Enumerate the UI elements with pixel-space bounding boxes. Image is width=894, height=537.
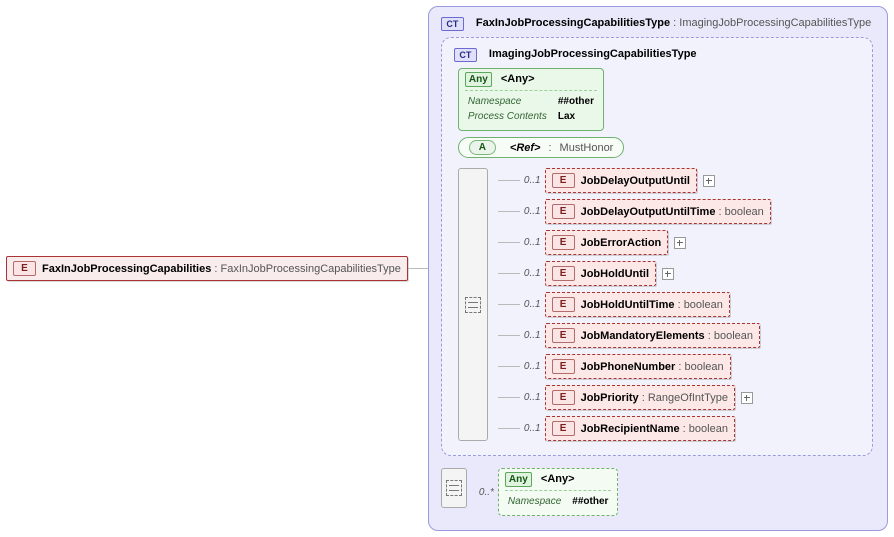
any-wildcard: Any <Any> Namespace##other Process Conte…	[458, 68, 604, 131]
expand-icon[interactable]	[703, 175, 715, 187]
schema-child: 0..1 E JobHoldUntil	[498, 261, 771, 286]
cardinality: 0..1	[524, 237, 541, 248]
connector-line	[498, 397, 520, 398]
cardinality: 0..1	[524, 175, 541, 186]
schema-child: 0..1EJobDelayOutputUntilTime : boolean	[498, 199, 771, 224]
cardinality: 0..1	[524, 330, 541, 341]
expand-icon[interactable]	[662, 268, 674, 280]
attr-ref-type: MustHonor	[560, 142, 614, 154]
schema-child: 0..1 E JobErrorAction	[498, 230, 771, 255]
connector-line	[498, 273, 520, 274]
sequence-indicator	[441, 468, 467, 508]
sequence-indicator	[458, 168, 488, 441]
ct-inner-name: ImagingJobProcessingCapabilitiesType	[489, 48, 697, 60]
tag-e-icon: E	[552, 390, 575, 405]
expand-icon[interactable]	[741, 392, 753, 404]
any-tag-icon: Any	[465, 72, 492, 87]
ct-tag-icon: CT	[454, 48, 477, 62]
connector-line	[498, 180, 520, 181]
child-name: JobHoldUntilTime	[581, 299, 675, 311]
tag-e-icon: E	[552, 421, 575, 436]
child-type: boolean	[714, 330, 753, 342]
child-element: E JobErrorAction	[545, 230, 669, 255]
expand-icon[interactable]	[674, 237, 686, 249]
child-name: JobPhoneNumber	[581, 361, 676, 373]
cardinality: 0..1	[524, 299, 541, 310]
child-element: EJobMandatoryElements : boolean	[545, 323, 760, 348]
attr-tag-icon: A	[469, 140, 496, 155]
child-element: EJobHoldUntilTime : boolean	[545, 292, 730, 317]
tag-e-icon: E	[552, 359, 575, 374]
ct-tag-icon: CT	[441, 17, 464, 31]
child-name: JobRecipientName	[581, 423, 680, 435]
any-label: <Any>	[501, 73, 535, 85]
cardinality: 0..*	[479, 487, 494, 498]
tag-e-icon: E	[552, 173, 575, 188]
sequence-icon	[446, 480, 462, 496]
ct-outer-extends: ImagingJobProcessingCapabilitiesType	[679, 17, 871, 29]
attr-ref-label: <Ref>	[510, 142, 541, 154]
schema-child: 0..1EJobHoldUntilTime : boolean	[498, 292, 771, 317]
child-name: JobPriority	[581, 392, 639, 404]
connector-line	[408, 268, 428, 269]
schema-child: 0..1EJobPhoneNumber : boolean	[498, 354, 771, 379]
ct-outer-name: FaxInJobProcessingCapabilitiesType	[476, 17, 670, 29]
child-type: boolean	[684, 299, 723, 311]
root-type: FaxInJobProcessingCapabilitiesType	[221, 263, 401, 275]
cardinality: 0..1	[524, 423, 541, 434]
child-element: E JobHoldUntil	[545, 261, 656, 286]
schema-child: 0..1EJobRecipientName : boolean	[498, 416, 771, 441]
child-name: JobMandatoryElements	[581, 330, 705, 342]
root-name: FaxInJobProcessingCapabilities	[42, 263, 211, 275]
child-type: RangeOfIntType	[648, 392, 728, 404]
tag-e-icon: E	[552, 266, 575, 281]
attribute-ref: A <Ref> : MustHonor	[458, 137, 624, 158]
any-tag-icon: Any	[505, 472, 532, 487]
child-type: boolean	[685, 361, 724, 373]
tag-e-icon: E	[552, 328, 575, 343]
child-element: EJobPhoneNumber : boolean	[545, 354, 731, 379]
child-element: EJobPriority : RangeOfIntType	[545, 385, 735, 410]
connector-line	[498, 335, 520, 336]
cardinality: 0..1	[524, 268, 541, 279]
complex-type-inner: CT ImagingJobProcessingCapabilitiesType …	[441, 37, 873, 456]
schema-child: 0..1EJobPriority : RangeOfIntType	[498, 385, 771, 410]
child-name: JobHoldUntil	[581, 268, 649, 280]
tag-e-icon: E	[552, 297, 575, 312]
schema-child: 0..1EJobMandatoryElements : boolean	[498, 323, 771, 348]
connector-line	[498, 242, 520, 243]
connector-line	[498, 304, 520, 305]
child-name: JobDelayOutputUntilTime	[581, 206, 716, 218]
tag-e-icon: E	[552, 204, 575, 219]
any-wildcard: Any <Any> Namespace##other	[498, 468, 618, 516]
cardinality: 0..1	[524, 392, 541, 403]
sequence-icon	[465, 297, 481, 313]
cardinality: 0..1	[524, 206, 541, 217]
connector-line	[498, 211, 520, 212]
tag-e-icon: E	[552, 235, 575, 250]
tag-e-icon: E	[13, 261, 36, 276]
any-label: <Any>	[541, 473, 575, 485]
root-element: E FaxInJobProcessingCapabilities : FaxIn…	[6, 256, 408, 281]
child-element: E JobDelayOutputUntil	[545, 168, 697, 193]
child-name: JobErrorAction	[581, 237, 662, 249]
child-name: JobDelayOutputUntil	[581, 175, 690, 187]
connector-line	[498, 428, 520, 429]
schema-child: 0..1 E JobDelayOutputUntil	[498, 168, 771, 193]
cardinality: 0..1	[524, 361, 541, 372]
child-element: EJobRecipientName : boolean	[545, 416, 735, 441]
child-type: boolean	[689, 423, 728, 435]
connector-line	[498, 366, 520, 367]
complex-type-outer: CT FaxInJobProcessingCapabilitiesType : …	[428, 6, 888, 531]
child-type: boolean	[725, 206, 764, 218]
child-element: EJobDelayOutputUntilTime : boolean	[545, 199, 771, 224]
